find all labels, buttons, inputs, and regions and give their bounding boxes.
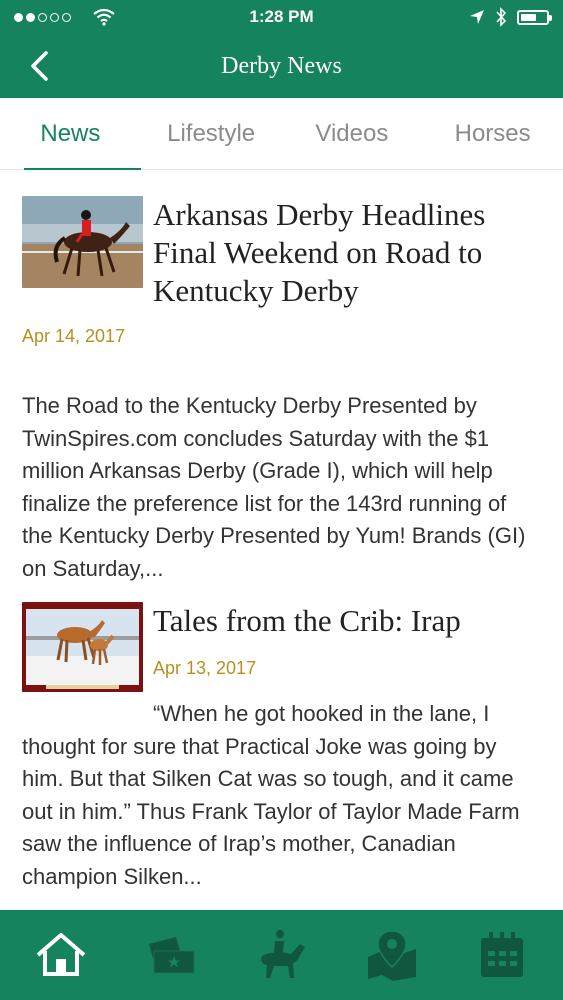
status-bar: 1:28 PM [0, 0, 563, 34]
section-tabs: News Lifestyle Videos Horses [0, 98, 563, 170]
map-tab[interactable] [362, 925, 422, 985]
article-thumbnail[interactable] [22, 602, 143, 692]
tab-videos[interactable]: Videos [282, 98, 423, 169]
home-tab[interactable] [31, 925, 91, 985]
horses-tab[interactable] [251, 925, 311, 985]
article-date: Apr 13, 2017 [153, 658, 257, 678]
bottom-tab-bar [0, 910, 563, 1000]
tab-lifestyle[interactable]: Lifestyle [141, 98, 282, 169]
article-excerpt: The Road to the Kentucky Derby Presented… [22, 393, 526, 581]
tab-horses[interactable]: Horses [422, 98, 563, 169]
article-date: Apr 14, 2017 [22, 326, 126, 346]
chevron-left-icon [31, 51, 48, 81]
article-thumbnail[interactable] [22, 196, 143, 288]
tab-news[interactable]: News [0, 98, 141, 170]
news-feed[interactable]: Arkansas Derby Headlines Final Weekend o… [0, 170, 563, 910]
back-button[interactable] [22, 48, 58, 84]
map-icon [367, 930, 416, 981]
tickets-icon [149, 937, 195, 974]
article-title[interactable]: Tales from the Crib: Irap [153, 602, 545, 640]
page-title: Derby News [221, 52, 342, 79]
location-arrow-icon [470, 10, 484, 24]
signal-strength-icon [14, 12, 71, 22]
navigation-bar: Derby News [0, 34, 563, 98]
tickets-tab[interactable] [141, 925, 201, 985]
calendar-icon [480, 932, 523, 977]
bluetooth-icon [496, 7, 507, 27]
home-icon [36, 933, 86, 976]
article-title[interactable]: Arkansas Derby Headlines Final Weekend o… [153, 196, 545, 310]
battery-icon [517, 9, 552, 25]
wifi-icon [93, 8, 115, 26]
calendar-tab[interactable] [472, 925, 532, 985]
article-excerpt: “When he got hooked in the lane, I thoug… [22, 701, 520, 889]
horse-rider-icon [261, 930, 306, 978]
